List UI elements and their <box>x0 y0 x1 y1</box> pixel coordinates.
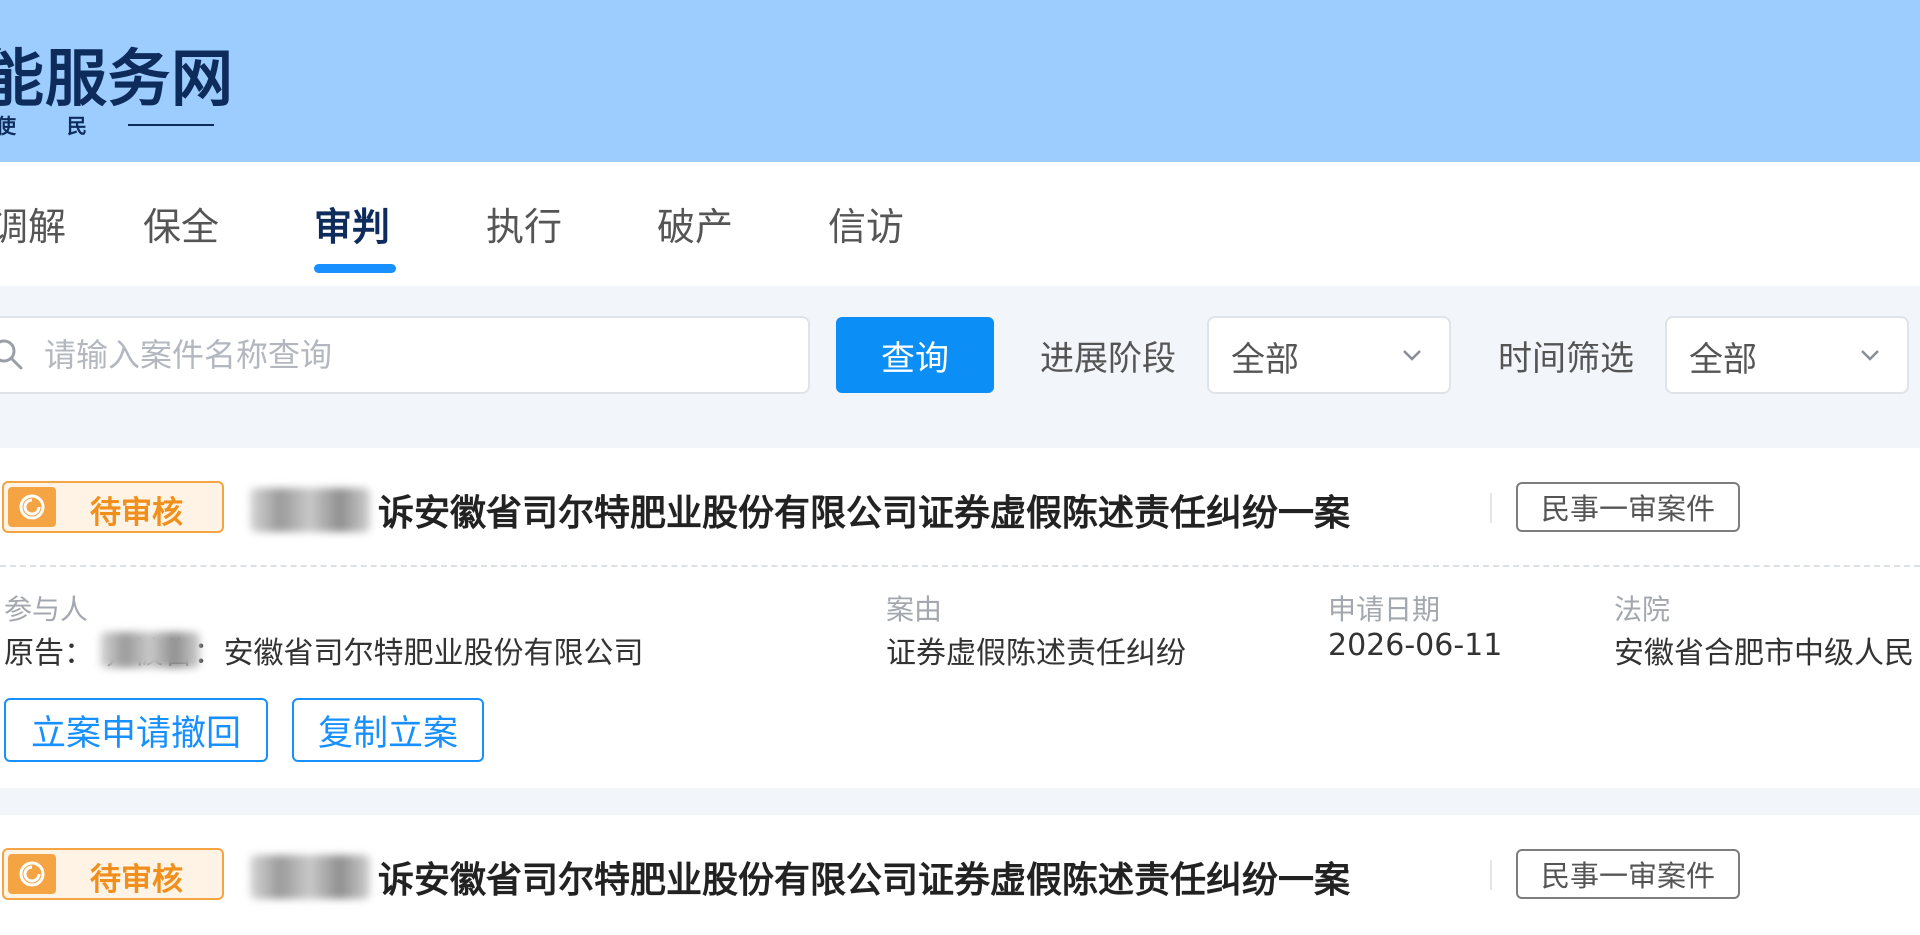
tab-execution[interactable]: 执行 <box>486 196 562 251</box>
search-icon <box>0 339 23 370</box>
court-value: 安徽省合肥市中级人民 <box>1614 636 1914 671</box>
redacted-name <box>250 855 370 899</box>
active-tab-indicator <box>314 264 396 273</box>
court-label: 法院 <box>1614 593 1671 626</box>
logo-divider <box>128 124 214 126</box>
site-header: 能服务网 使 民 <box>0 0 1920 162</box>
date-label: 申请日期 <box>1328 593 1441 626</box>
pending-icon <box>8 487 56 527</box>
chevron-down-icon <box>1403 350 1421 361</box>
cause-value: 证券虚假陈述责任纠纷 <box>886 636 1186 671</box>
time-select[interactable]: 全部 <box>1665 316 1909 394</box>
redacted-name <box>250 488 370 532</box>
site-title: 能服务网 <box>0 42 235 115</box>
tab-bankruptcy[interactable]: 破产 <box>657 196 733 251</box>
status-badge-label: 待审核 <box>90 495 183 531</box>
participants-label: 参与人 <box>4 593 89 626</box>
redacted-plaintiff <box>100 632 200 668</box>
withdraw-filing-button[interactable]: 立案申请撤回 <box>4 698 268 762</box>
stage-select[interactable]: 全部 <box>1207 316 1451 394</box>
tab-preservation[interactable]: 保全 <box>143 196 219 251</box>
search-input[interactable] <box>44 326 784 384</box>
pending-icon <box>8 854 56 894</box>
title-divider <box>1490 493 1492 523</box>
chevron-down-icon <box>1861 350 1879 361</box>
title-divider <box>1490 860 1492 890</box>
time-filter-label: 时间筛选 <box>1498 339 1634 379</box>
copy-filing-button[interactable]: 复制立案 <box>292 698 484 762</box>
stage-filter-label: 进展阶段 <box>1040 339 1176 379</box>
stage-select-value: 全部 <box>1231 340 1299 380</box>
date-value: 2026-06-11 <box>1328 628 1503 663</box>
query-button[interactable]: 查询 <box>836 317 994 393</box>
cause-label: 案由 <box>886 593 943 626</box>
site-subtitle: 使 民 <box>0 114 109 138</box>
card-divider <box>0 565 1920 567</box>
case-title[interactable]: 诉安徽省司尔特肥业股份有限公司证券虚假陈述责任纠纷一案 <box>378 851 1350 903</box>
tab-petition[interactable]: 信访 <box>828 196 904 251</box>
tab-mediation[interactable]: 调解 <box>0 196 66 251</box>
tab-trial[interactable]: 审判 <box>314 196 390 251</box>
case-title[interactable]: 诉安徽省司尔特肥业股份有限公司证券虚假陈述责任纠纷一案 <box>378 484 1350 536</box>
status-badge: 待审核 <box>2 481 224 533</box>
case-type-tag: 民事一审案件 <box>1516 482 1740 532</box>
case-type-tag: 民事一审案件 <box>1516 849 1740 899</box>
tab-bar <box>0 162 1920 286</box>
status-badge: 待审核 <box>2 848 224 900</box>
status-badge-label: 待审核 <box>90 862 183 898</box>
time-select-value: 全部 <box>1689 340 1757 380</box>
